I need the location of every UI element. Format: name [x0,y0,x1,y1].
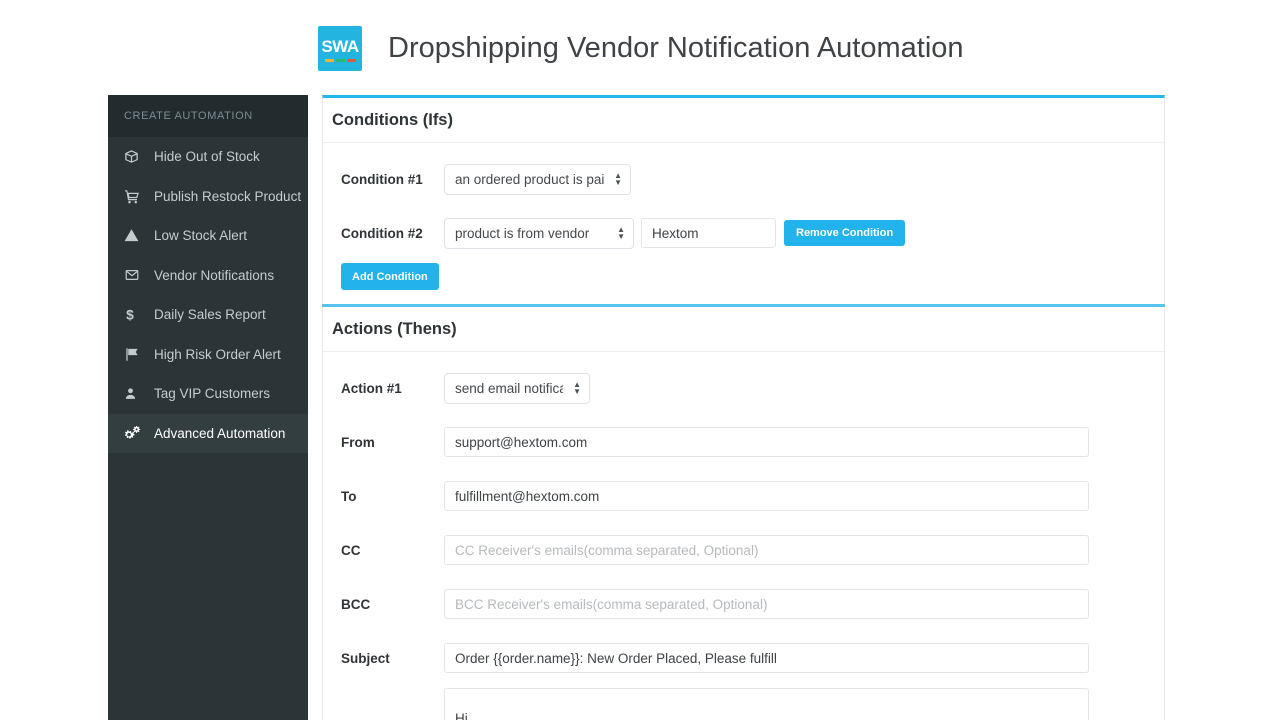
bcc-row: BCC [332,580,1155,628]
sidebar-item-advanced-automation[interactable]: Advanced Automation [108,413,308,453]
action-1-select[interactable]: send email notification [444,372,590,404]
envelope-icon [124,268,144,282]
action-1-row: Action #1 send email notification ▲ ▼ [332,364,1155,412]
from-row: From [332,418,1155,466]
from-input[interactable] [444,427,1089,457]
condition-2-select-wrap: product is from vendor ▲ ▼ [444,217,634,249]
actions-card: Actions (Thens) Action #1 send email not… [322,307,1165,720]
subject-input[interactable] [444,643,1089,673]
cc-input[interactable] [444,535,1089,565]
action-1-label: Action #1 [341,380,402,396]
email-body-textarea[interactable]: Hi, Item has been ordered, please fulfil… [444,688,1089,720]
sidebar-item-low-stock-alert[interactable]: Low Stock Alert [108,216,308,256]
shopping-cart-icon [124,189,144,204]
condition-1-select-wrap: an ordered product is paid ▲ ▼ [444,163,631,195]
condition-2-vendor-input[interactable] [641,218,776,248]
add-condition-button[interactable]: Add Condition [341,263,439,290]
sidebar-item-label: Vendor Notifications [154,267,275,283]
sidebar-item-label: High Risk Order Alert [154,346,281,362]
to-input[interactable] [444,481,1089,511]
swa-logo-icon: SWA [318,26,362,71]
cc-row: CC [332,526,1155,574]
sidebar-item-daily-sales-report[interactable]: $ Daily Sales Report [108,295,308,335]
dollar-sign-icon: $ [124,307,144,323]
from-label: From [341,434,375,450]
conditions-card: Conditions (Ifs) Condition #1 an ordered… [322,95,1165,304]
sidebar-item-label: Publish Restock Product [154,188,302,204]
to-row: To [332,472,1155,520]
sidebar-item-hide-out-of-stock[interactable]: Hide Out of Stock [108,137,308,177]
condition-2-label: Condition #2 [341,225,423,241]
svg-text:$: $ [126,307,134,322]
cogs-icon [124,425,144,441]
flag-icon [124,347,144,362]
conditions-title: Conditions (Ifs) [332,111,453,129]
remove-condition-button[interactable]: Remove Condition [784,220,906,246]
condition-2-select[interactable]: product is from vendor [444,217,634,249]
condition-1-row: Condition #1 an ordered product is paid … [332,155,1155,203]
condition-2-row: Condition #2 product is from vendor ▲▼ R… [332,209,1155,257]
sidebar: CREATE AUTOMATION Hide Out of Stock Publ… [108,95,308,720]
conditions-card-body: Condition #1 an ordered product is paid … [323,143,1164,304]
action-1-select-wrap: send email notification ▲ ▼ [444,372,590,404]
sidebar-item-label: Hide Out of Stock [154,149,260,165]
sidebar-section-title: CREATE AUTOMATION [108,95,308,137]
sidebar-item-high-risk-order-alert[interactable]: High Risk Order Alert [108,335,308,375]
actions-card-body: Action #1 send email notification ▲ ▼ Fro… [323,352,1164,720]
subject-row: Subject [332,634,1155,682]
page-title: Dropshipping Vendor Notification Automat… [388,32,964,64]
add-condition-row: Add Condition [332,263,1155,290]
sidebar-item-publish-restock-product[interactable]: Publish Restock Product [108,177,308,217]
subject-label: Subject [341,650,390,666]
user-icon [124,386,144,401]
logo-text: SWA [321,36,359,56]
bcc-input[interactable] [444,589,1089,619]
conditions-card-header: Conditions (Ifs) [323,98,1164,143]
sidebar-item-label: Advanced Automation [154,425,286,441]
sidebar-item-vendor-notifications[interactable]: Vendor Notifications [108,256,308,296]
cc-label: CC [341,542,361,558]
sidebar-item-label: Tag VIP Customers [154,386,271,402]
page-header: SWA Dropshipping Vendor Notification Aut… [318,26,964,71]
body-row: Hi, Item has been ordered, please fulfil… [332,688,1155,720]
actions-title: Actions (Thens) [332,320,457,338]
logo-color-bars [324,58,356,62]
to-label: To [341,488,357,504]
sidebar-item-label: Low Stock Alert [154,228,248,244]
box-icon [124,149,144,164]
app-root: SWA Dropshipping Vendor Notification Aut… [0,0,1280,720]
warning-triangle-icon [124,228,144,243]
condition-1-select[interactable]: an ordered product is paid [444,163,631,195]
main-content: Conditions (Ifs) Condition #1 an ordered… [322,95,1165,720]
bcc-label: BCC [341,596,371,612]
sidebar-item-label: Daily Sales Report [154,307,266,323]
condition-1-label: Condition #1 [341,171,423,187]
actions-card-header: Actions (Thens) [323,307,1164,352]
sidebar-item-tag-vip-customers[interactable]: Tag VIP Customers [108,374,308,414]
